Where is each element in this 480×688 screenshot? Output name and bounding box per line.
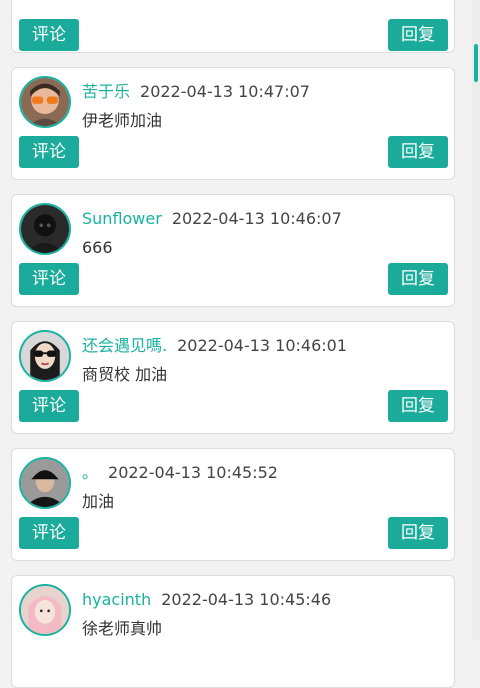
comment-header: Sunflower 2022-04-13 10:46:07: [82, 207, 446, 231]
comment-time: 2022-04-13 10:45:52: [108, 463, 278, 482]
reply-button[interactable]: 回复: [388, 263, 448, 295]
comment-author[interactable]: hyacinth: [82, 590, 151, 609]
comment-time: 2022-04-13 10:47:07: [140, 82, 310, 101]
comment-card: 评论 回复: [11, 0, 455, 53]
comment-header: 。 2022-04-13 10:45:52: [82, 461, 446, 485]
comment-card: 苦于乐 2022-04-13 10:47:07 伊老师加油 评论 回复: [11, 67, 455, 180]
comment-button[interactable]: 评论: [19, 136, 79, 168]
comment-text: 徐老师真帅: [82, 619, 163, 638]
comment-card: 。 2022-04-13 10:45:52 加油 评论 回复: [11, 448, 455, 561]
comment-text: 商贸校 加油: [82, 365, 168, 384]
avatar[interactable]: [19, 203, 71, 255]
comment-time: 2022-04-13 10:45:46: [161, 590, 332, 609]
comment-header: hyacinth 2022-04-13 10:45:46: [82, 588, 446, 612]
avatar-image: [21, 586, 69, 634]
avatar[interactable]: [19, 330, 71, 382]
scrollbar-thumb[interactable]: [474, 44, 478, 82]
avatar[interactable]: [19, 584, 71, 636]
scrollbar[interactable]: [472, 0, 480, 640]
comment-author[interactable]: 。: [82, 463, 98, 482]
comment-button[interactable]: 评论: [19, 517, 79, 549]
comment-author[interactable]: 还会遇见嗎.: [82, 336, 167, 355]
comment-time: 2022-04-13 10:46:07: [171, 209, 342, 228]
avatar[interactable]: [19, 76, 71, 128]
reply-button[interactable]: 回复: [388, 517, 448, 549]
comment-button[interactable]: 评论: [19, 263, 79, 295]
comment-card: hyacinth 2022-04-13 10:45:46 徐老师真帅: [11, 575, 455, 688]
reply-button[interactable]: 回复: [388, 390, 448, 422]
comment-feed: 评论 回复 苦于乐 2022-04-13 10:47:07 伊老师加油 评论 回复: [0, 0, 470, 688]
comment-author[interactable]: Sunflower: [82, 209, 162, 228]
reply-button[interactable]: 回复: [388, 19, 448, 51]
avatar-image: [21, 332, 69, 380]
avatar[interactable]: [19, 457, 71, 509]
comment-button[interactable]: 评论: [19, 390, 79, 422]
reply-button[interactable]: 回复: [388, 136, 448, 168]
comment-author[interactable]: 苦于乐: [82, 82, 130, 101]
comment-card: 还会遇见嗎. 2022-04-13 10:46:01 商贸校 加油 评论 回复: [11, 321, 455, 434]
comment-text: 伊老师加油: [82, 111, 163, 130]
comment-header: 还会遇见嗎. 2022-04-13 10:46:01: [82, 334, 446, 358]
avatar-image: [21, 205, 69, 253]
comment-time: 2022-04-13 10:46:01: [177, 336, 348, 355]
comment-text: 666: [82, 238, 113, 257]
comment-header: 苦于乐 2022-04-13 10:47:07: [82, 80, 446, 104]
avatar-image: [21, 459, 69, 507]
avatar-image: [21, 78, 69, 126]
comment-text: 加油: [82, 492, 115, 511]
comment-button[interactable]: 评论: [19, 19, 79, 51]
comment-card: Sunflower 2022-04-13 10:46:07 666 评论 回复: [11, 194, 455, 307]
